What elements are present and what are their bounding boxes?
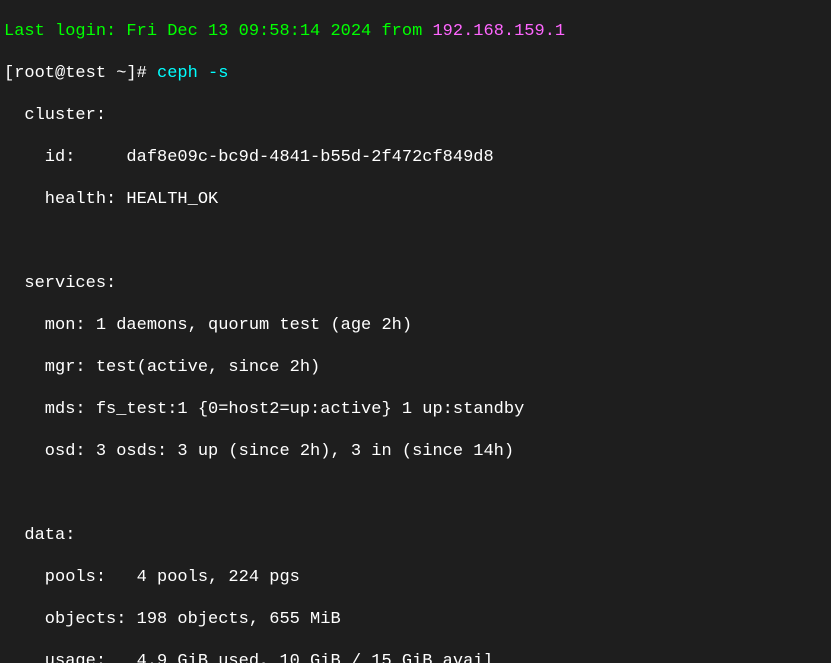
shell-prompt: [root@test ~]# xyxy=(4,64,157,83)
last-login-text: Last login: Fri Dec 13 09:58:14 2024 fro… xyxy=(4,22,432,41)
services-mon: mon: 1 daemons, quorum test (age 2h) xyxy=(4,315,827,336)
blank-line xyxy=(4,231,827,252)
data-usage: usage: 4.9 GiB used, 10 GiB / 15 GiB ava… xyxy=(4,651,827,663)
services-mds: mds: fs_test:1 {0=host2=up:active} 1 up:… xyxy=(4,399,827,420)
services-osd: osd: 3 osds: 3 up (since 2h), 3 in (sinc… xyxy=(4,441,827,462)
data-objects: objects: 198 objects, 655 MiB xyxy=(4,609,827,630)
prompt-line-1: [root@test ~]# ceph -s xyxy=(4,63,827,84)
services-mgr: mgr: test(active, since 2h) xyxy=(4,357,827,378)
blank-line xyxy=(4,483,827,504)
cluster-health: health: HEALTH_OK xyxy=(4,189,827,210)
last-login-line: Last login: Fri Dec 13 09:58:14 2024 fro… xyxy=(4,21,827,42)
data-header: data: xyxy=(4,525,827,546)
cluster-header: cluster: xyxy=(4,105,827,126)
cluster-id: id: daf8e09c-bc9d-4841-b55d-2f472cf849d8 xyxy=(4,147,827,168)
command-1: ceph -s xyxy=(157,64,228,83)
services-header: services: xyxy=(4,273,827,294)
data-pools: pools: 4 pools, 224 pgs xyxy=(4,567,827,588)
last-login-ip: 192.168.159.1 xyxy=(432,22,565,41)
terminal[interactable]: Last login: Fri Dec 13 09:58:14 2024 fro… xyxy=(0,0,831,663)
